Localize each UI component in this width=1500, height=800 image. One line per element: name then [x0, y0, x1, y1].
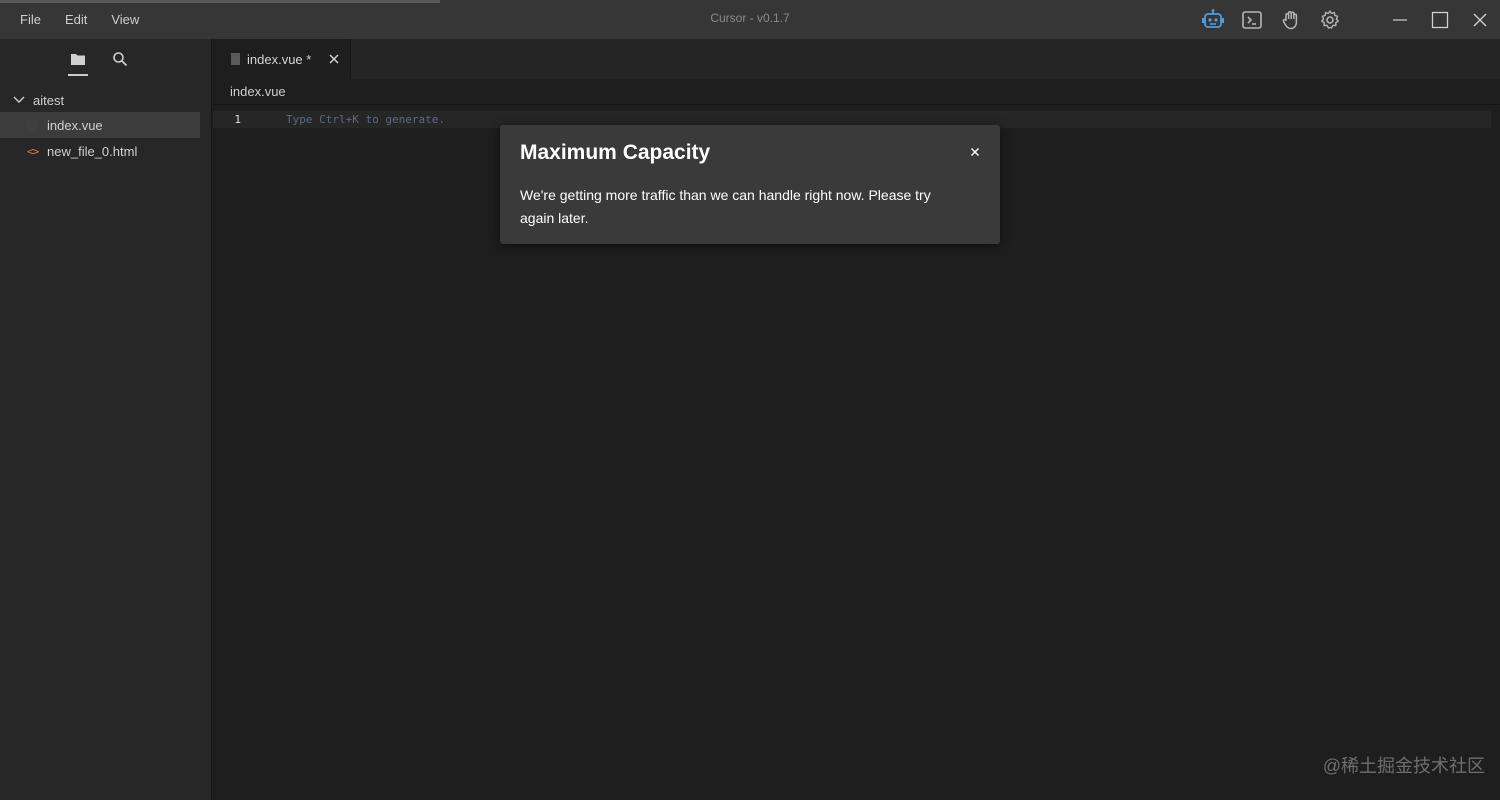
folder-icon [70, 54, 85, 65]
file-label: index.vue [47, 117, 103, 133]
file-icon [27, 118, 37, 132]
close-icon[interactable] [966, 143, 984, 161]
sidebar-tabs [0, 39, 211, 79]
robot-icon[interactable] [1200, 7, 1226, 33]
folder-label: aitest [33, 92, 65, 108]
line-number: 1 [234, 113, 241, 126]
file-icon [231, 53, 240, 65]
terminal-icon[interactable] [1239, 7, 1265, 33]
tree-folder[interactable]: aitest [0, 88, 211, 112]
minimize-icon[interactable] [1380, 0, 1420, 39]
window-controls [1380, 0, 1500, 39]
html-icon: <> [27, 144, 39, 158]
watermark: @稀土掘金技术社区 [1322, 756, 1485, 776]
title-bar: File Edit View Cursor - v0.1.7 [0, 0, 1500, 39]
gear-icon[interactable] [1317, 7, 1343, 33]
tab-search[interactable] [110, 42, 130, 76]
file-tree: aitest index.vue <> new_file_0.html [0, 88, 211, 164]
tree-file-index-vue[interactable]: index.vue [0, 112, 200, 138]
sidebar: aitest index.vue <> new_file_0.html [0, 39, 212, 800]
file-label: new_file_0.html [47, 143, 138, 159]
dialog-title: Maximum Capacity [520, 141, 711, 164]
maximize-icon[interactable] [1420, 0, 1460, 39]
close-window-icon[interactable] [1460, 0, 1500, 39]
chevron-down-icon [10, 91, 28, 109]
breadcrumb[interactable]: index.vue [213, 79, 1500, 105]
tab-index-vue[interactable]: index.vue * [213, 39, 351, 79]
tree-file-new-file-html[interactable]: <> new_file_0.html [0, 138, 200, 164]
tab-explorer[interactable] [67, 42, 88, 76]
editor-placeholder: Type Ctrl+K to generate. [286, 113, 445, 126]
tab-label: index.vue * [247, 51, 312, 67]
toolbar-icons [1200, 7, 1356, 33]
hand-icon[interactable] [1278, 7, 1304, 33]
editor-tabbar: index.vue * [213, 39, 1500, 79]
search-icon [112, 52, 127, 67]
close-tab-icon[interactable] [327, 52, 341, 66]
dialog-message: We're getting more traffic than we can h… [520, 187, 931, 226]
capacity-dialog: Maximum Capacity We're getting more traf… [500, 125, 1000, 244]
